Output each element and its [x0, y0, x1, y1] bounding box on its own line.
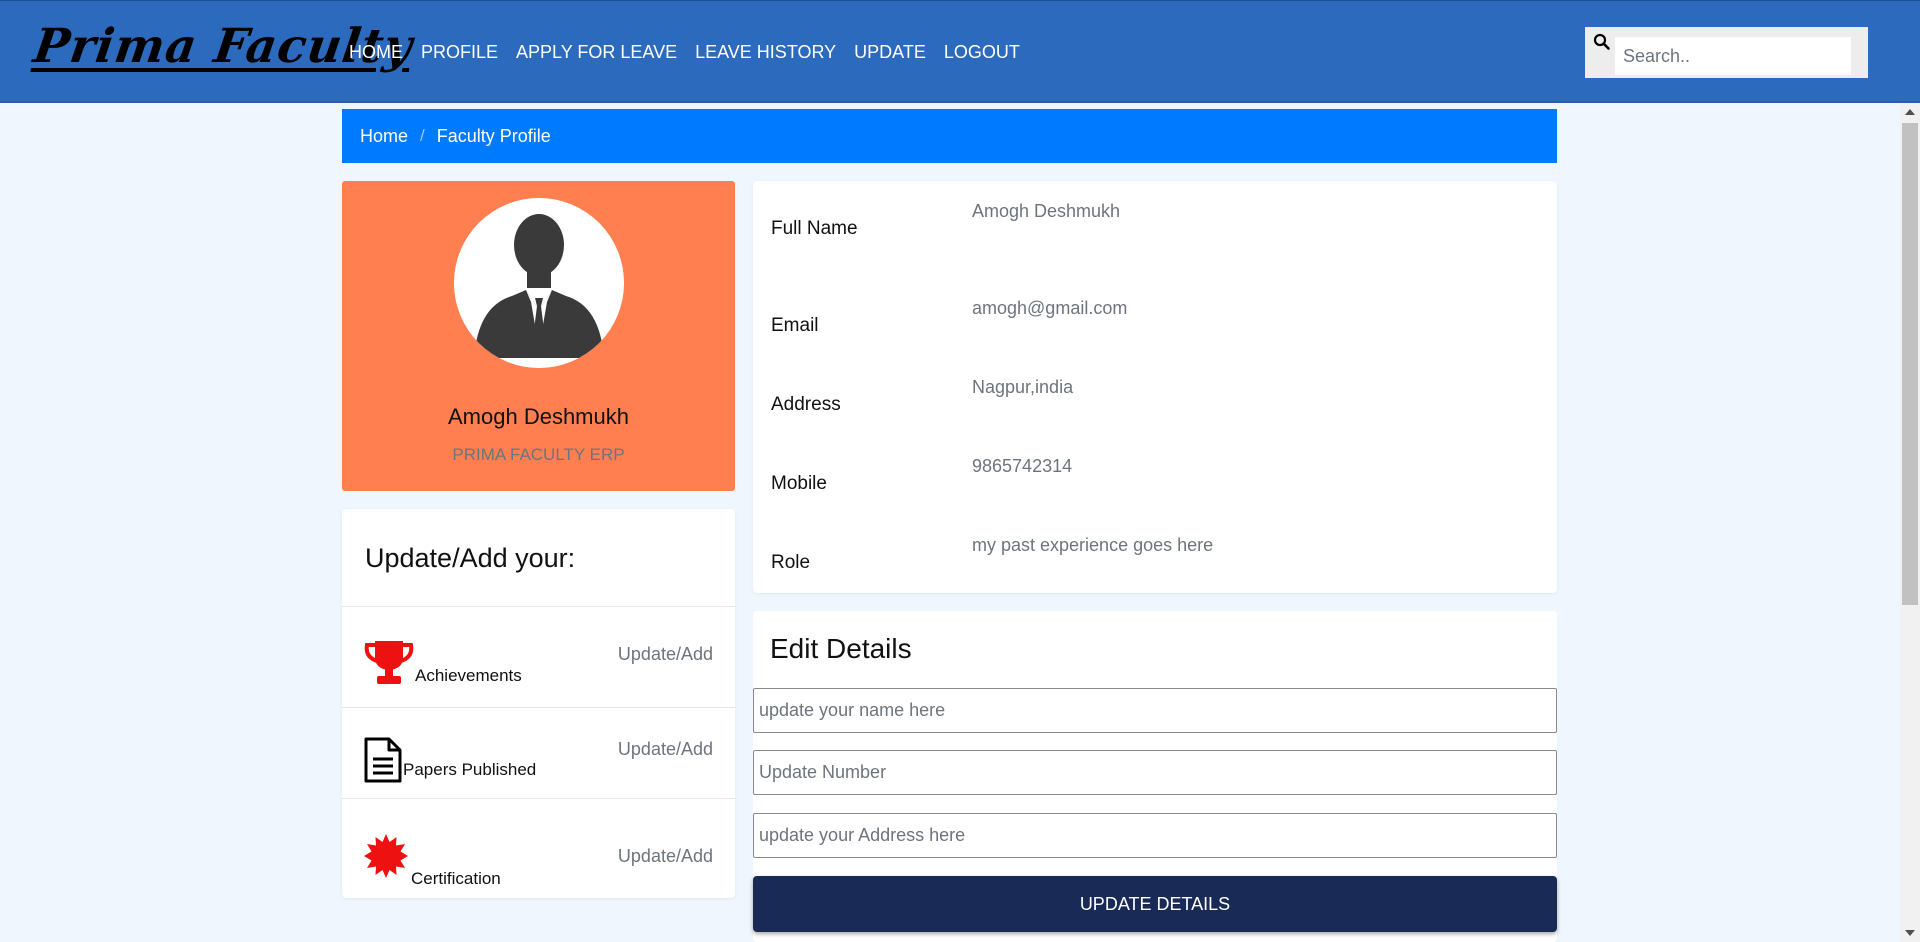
nav-apply-leave-link[interactable]: APPLY FOR LEAVE	[516, 42, 677, 63]
search-input[interactable]	[1615, 37, 1851, 75]
edit-details-card: Edit Details UPDATE DETAILS	[753, 611, 1557, 942]
number-field[interactable]	[753, 750, 1557, 795]
papers-update-link[interactable]: Update/Add	[618, 739, 713, 760]
certification-row: Certification Update/Add	[342, 799, 735, 898]
top-navbar: Prima Faculty HOME PROFILE APPLY FOR LEA…	[0, 0, 1920, 103]
breadcrumb-home-link[interactable]: Home	[360, 126, 408, 147]
certification-update-link[interactable]: Update/Add	[618, 846, 713, 867]
avatar	[454, 198, 624, 368]
role-value: my past experience goes here	[972, 535, 1214, 555]
nav-update-link[interactable]: UPDATE	[854, 42, 926, 63]
breadcrumb: Home / Faculty Profile	[342, 109, 1557, 163]
name-field[interactable]	[753, 688, 1557, 733]
address-value: Nagpur,india	[972, 377, 1074, 397]
achievements-label: Achievements	[415, 666, 522, 685]
email-label: Email	[771, 315, 819, 336]
profile-info-card: Full Name Amogh Deshmukh Email amogh@gma…	[753, 181, 1557, 593]
nav-leave-history-link[interactable]: LEAVE HISTORY	[695, 42, 836, 63]
mobile-label: Mobile	[771, 473, 827, 494]
document-icon	[364, 737, 402, 783]
achievements-row: Achievements Update/Add	[342, 607, 735, 707]
mobile-value: 9865742314	[972, 456, 1073, 476]
papers-row: Papers Published Update/Add	[342, 708, 735, 798]
user-silhouette-icon	[454, 198, 624, 368]
email-value: amogh@gmail.com	[972, 298, 1128, 318]
breadcrumb-current[interactable]: Faculty Profile	[437, 126, 551, 147]
nav-home-link[interactable]: HOME	[349, 42, 403, 63]
role-label: Role	[771, 552, 811, 573]
achievements-update-link[interactable]: Update/Add	[618, 644, 713, 665]
scroll-thumb[interactable]	[1902, 123, 1918, 605]
address-field[interactable]	[753, 813, 1557, 858]
profile-name: Amogh Deshmukh	[448, 404, 629, 429]
page-scrollbar[interactable]	[1900, 103, 1920, 942]
nav-logout-link[interactable]: LOGOUT	[944, 42, 1020, 63]
scroll-down-arrow-icon[interactable]	[1905, 930, 1915, 936]
edit-details-title: Edit Details	[770, 633, 912, 664]
update-details-button[interactable]: UPDATE DETAILS	[753, 876, 1557, 932]
scroll-up-arrow-icon[interactable]	[1905, 109, 1915, 115]
update-add-card: Update/Add your: Achievements Update/Add…	[342, 509, 735, 898]
search-box	[1585, 27, 1868, 78]
breadcrumb-separator: /	[420, 126, 425, 145]
badge-icon	[364, 834, 408, 878]
papers-published-label: Papers Published	[403, 760, 537, 779]
full-name-value: Amogh Deshmukh	[972, 201, 1121, 221]
profile-card: Amogh Deshmukh PRIMA FACULTY ERP	[342, 181, 735, 491]
update-add-title: Update/Add your:	[365, 543, 576, 573]
search-icon[interactable]	[1593, 33, 1611, 51]
nav-links: HOME PROFILE APPLY FOR LEAVE LEAVE HISTO…	[349, 42, 1020, 63]
trophy-icon	[364, 641, 414, 684]
profile-organization: PRIMA FACULTY ERP	[452, 445, 625, 464]
nav-profile-link[interactable]: PROFILE	[421, 42, 498, 63]
certification-label: Certification	[411, 869, 501, 888]
address-label: Address	[771, 394, 841, 415]
full-name-label: Full Name	[771, 218, 858, 239]
